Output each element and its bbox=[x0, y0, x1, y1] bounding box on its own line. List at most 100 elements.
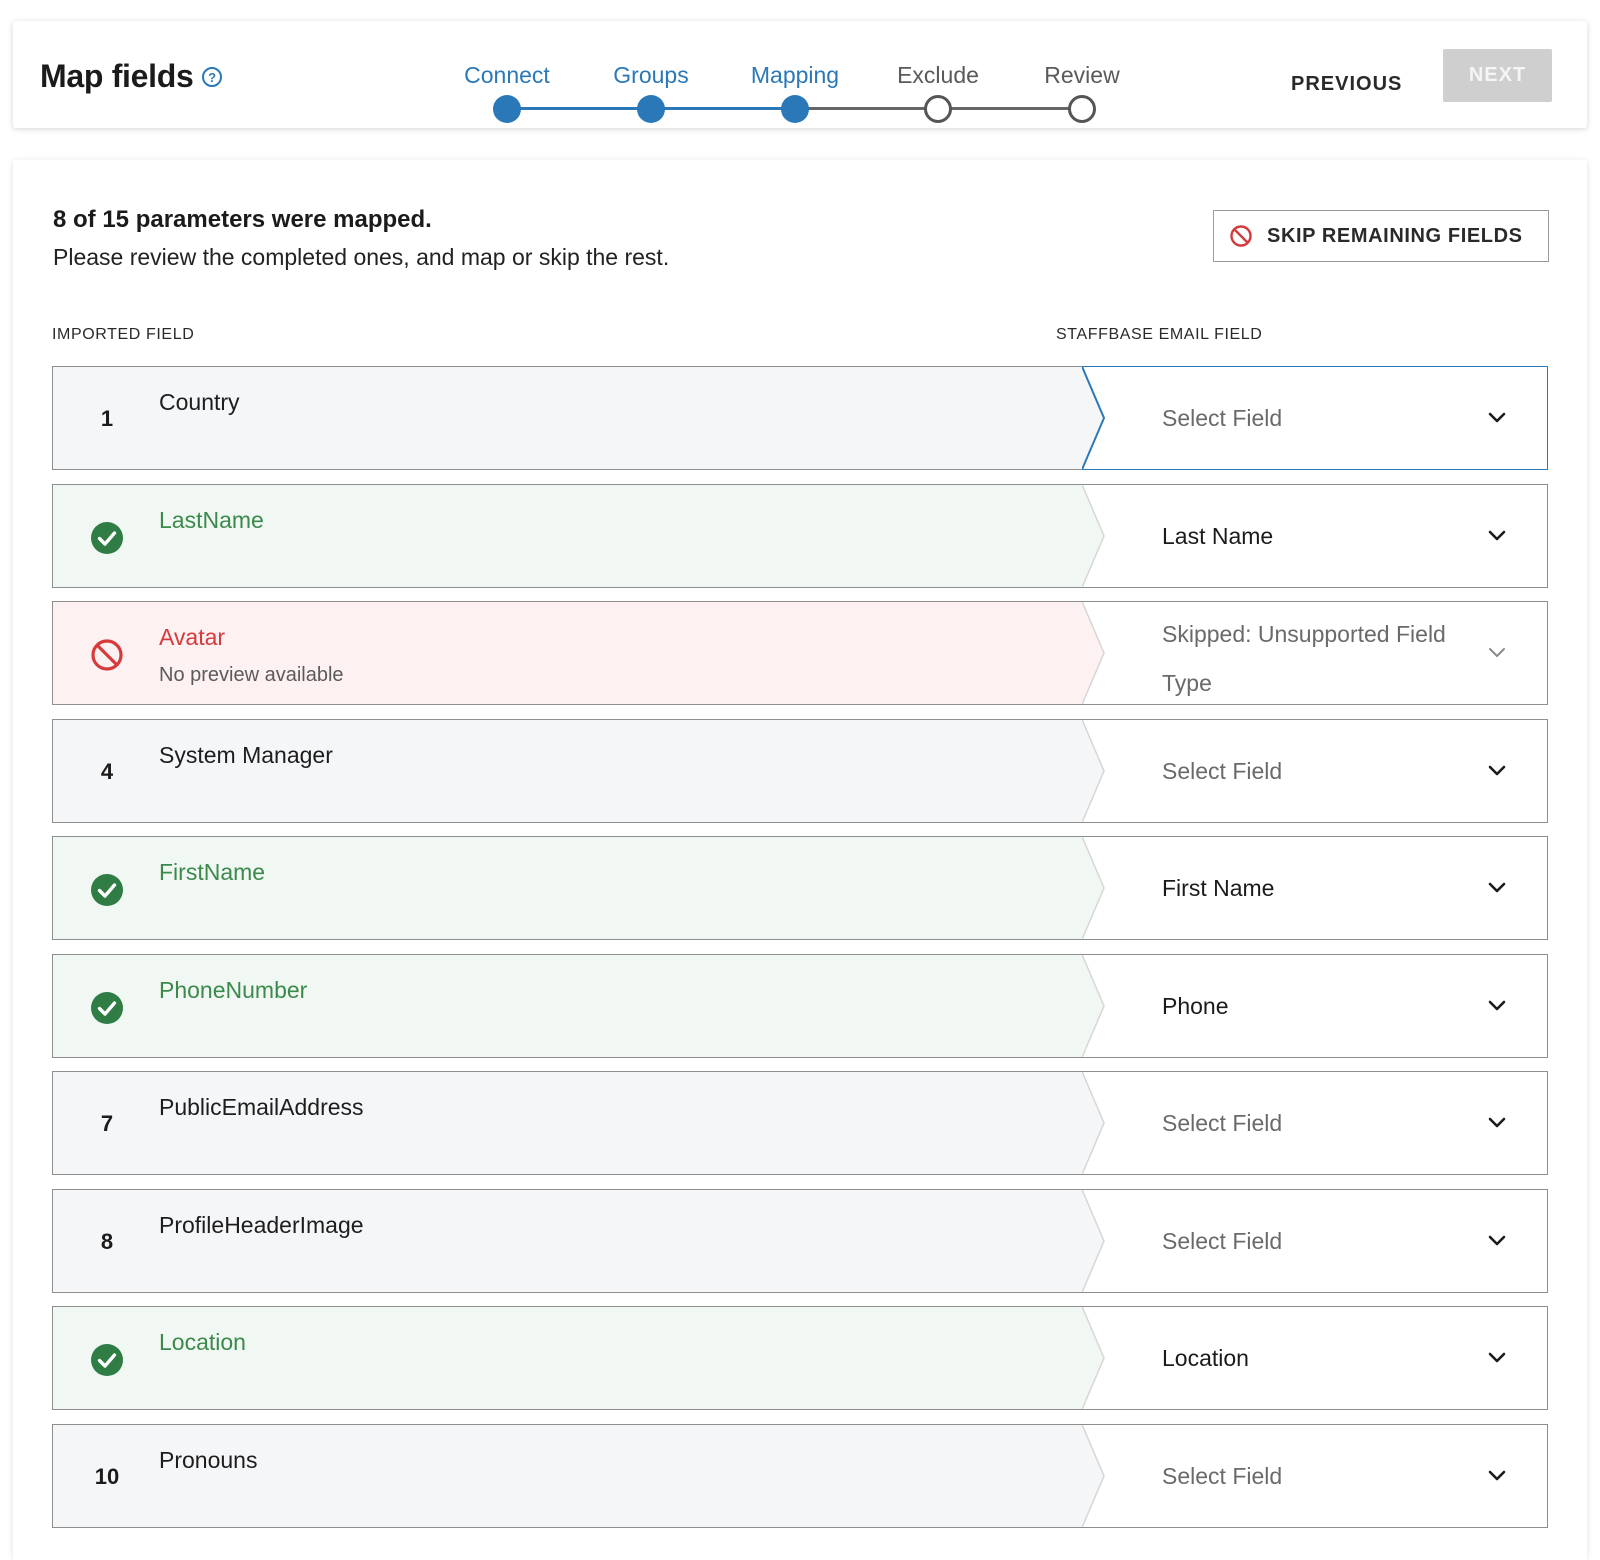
row-number: 1 bbox=[100, 406, 114, 431]
skip-remaining-fields-label: SKIP REMAINING FIELDS bbox=[1267, 224, 1523, 247]
step-label-review: Review bbox=[1044, 62, 1120, 88]
imported-field-cell: 4 System Manager bbox=[52, 718, 1082, 823]
field-mapping-row: FirstName First Name bbox=[52, 836, 1548, 940]
row-number: 4 bbox=[100, 758, 114, 784]
chevron-down-icon[interactable] bbox=[1486, 642, 1508, 664]
step-label-exclude: Exclude bbox=[897, 62, 979, 88]
check-circle-icon bbox=[91, 1344, 123, 1376]
staffbase-field-value: Location bbox=[1162, 1345, 1249, 1371]
previous-button[interactable]: PREVIOUS bbox=[1291, 73, 1402, 96]
staffbase-field-value: Select Field bbox=[1162, 757, 1283, 784]
chevron-down-icon[interactable] bbox=[1486, 877, 1508, 899]
step-dot-review bbox=[1068, 95, 1096, 123]
step-dot-mapping[interactable] bbox=[781, 95, 809, 123]
staffbase-field-select[interactable]: Last Name bbox=[1082, 483, 1548, 588]
imported-field-name: Avatar bbox=[159, 624, 226, 650]
staffbase-field-value: Select Field bbox=[1162, 1462, 1283, 1489]
field-mapping-row: 10 Pronouns Select Field bbox=[52, 1423, 1548, 1528]
skip-remaining-fields-button[interactable]: SKIP REMAINING FIELDS bbox=[1213, 210, 1549, 262]
staffbase-field-select[interactable]: Select Field bbox=[1082, 718, 1548, 823]
imported-field-cell: 8 ProfileHeaderImage bbox=[52, 1188, 1082, 1293]
field-mapping-row: Avatar No preview available Skipped: Unsup… bbox=[52, 601, 1548, 705]
mapping-summary-title: 8 of 15 parameters were mapped. bbox=[53, 206, 432, 233]
staffbase-field-value: Select Field bbox=[1162, 405, 1283, 431]
staffbase-field-value: Phone bbox=[1162, 992, 1229, 1019]
imported-field-name: Country bbox=[159, 389, 240, 415]
step-label-groups[interactable]: Groups bbox=[581, 62, 721, 89]
svg-text:?: ? bbox=[209, 70, 217, 85]
staffbase-field-select[interactable]: Select Field bbox=[1082, 1423, 1548, 1528]
staffbase-field-select[interactable]: Location bbox=[1082, 1306, 1548, 1410]
imported-field-cell: Location bbox=[52, 1306, 1082, 1410]
check-circle-icon bbox=[91, 874, 123, 906]
imported-field-name: PublicEmailAddress bbox=[159, 1094, 364, 1120]
imported-field-name: FirstName bbox=[159, 859, 266, 885]
imported-field-cell: FirstName bbox=[52, 836, 1082, 940]
field-mapping-row: 7 PublicEmailAddress Select Field bbox=[52, 1071, 1548, 1175]
staffbase-field-select[interactable]: Select Field bbox=[1082, 1071, 1548, 1175]
column-header-staffbase: STAFFBASE EMAIL FIELD bbox=[1056, 326, 1263, 343]
chevron-down-icon[interactable] bbox=[1486, 1347, 1508, 1369]
staffbase-field-select[interactable]: First Name bbox=[1082, 836, 1548, 940]
imported-field-cell: LastName bbox=[52, 483, 1082, 588]
progress-stepper: Connect Groups Mapping Exclude Review bbox=[453, 41, 1133, 131]
field-mapping-row: 1 Country Select Field bbox=[52, 366, 1548, 470]
imported-field-preview: No preview available bbox=[159, 664, 344, 686]
imported-field-cell: 1 Country bbox=[52, 366, 1082, 470]
row-number: 8 bbox=[100, 1228, 114, 1254]
wizard-header: Map fields ? Connect Groups Mapping Excl… bbox=[13, 21, 1587, 128]
mapping-summary-text: Please review the completed ones, and ma… bbox=[53, 244, 670, 270]
imported-field-name: System Manager bbox=[159, 741, 333, 768]
staffbase-field-select[interactable]: Select Field bbox=[1082, 1188, 1548, 1293]
imported-field-cell: 7 PublicEmailAddress bbox=[52, 1071, 1082, 1175]
block-icon bbox=[1230, 225, 1252, 247]
chevron-down-icon[interactable] bbox=[1486, 407, 1508, 429]
field-mapping-row: LastName Last Name bbox=[52, 483, 1548, 588]
row-number: 7 bbox=[100, 1111, 114, 1136]
check-circle-icon bbox=[91, 991, 123, 1024]
check-circle-icon bbox=[91, 521, 123, 554]
field-mapping-row: Location Location bbox=[52, 1306, 1548, 1410]
column-header-imported: IMPORTED FIELD bbox=[52, 326, 195, 343]
chevron-down-icon[interactable] bbox=[1486, 760, 1508, 782]
block-icon bbox=[91, 639, 123, 671]
staffbase-field-select[interactable]: Phone bbox=[1082, 953, 1548, 1058]
imported-field-cell: Avatar No preview available bbox=[52, 601, 1082, 705]
imported-field-name: Pronouns bbox=[159, 1446, 258, 1473]
field-mapping-row: PhoneNumber Phone bbox=[52, 953, 1548, 1058]
stepper-line bbox=[938, 107, 1082, 110]
staffbase-field-value: Select Field bbox=[1162, 1227, 1283, 1254]
stepper-line bbox=[507, 107, 651, 110]
help-icon[interactable]: ? bbox=[201, 66, 223, 88]
imported-field-name: ProfileHeaderImage bbox=[159, 1211, 364, 1238]
row-number: 10 bbox=[94, 1463, 120, 1489]
step-dot-groups[interactable] bbox=[637, 95, 665, 123]
chevron-down-icon[interactable] bbox=[1486, 1465, 1508, 1487]
staffbase-field-value: Select Field bbox=[1162, 1110, 1283, 1136]
imported-field-cell: PhoneNumber bbox=[52, 953, 1082, 1058]
step-dot-connect[interactable] bbox=[493, 95, 521, 123]
imported-field-name: PhoneNumber bbox=[159, 976, 308, 1003]
staffbase-field-select[interactable]: Skipped: Unsupported Field Type bbox=[1082, 601, 1548, 705]
staffbase-field-select[interactable]: Select Field bbox=[1082, 366, 1548, 470]
page-title-text: Map fields bbox=[40, 58, 194, 94]
stepper-line bbox=[651, 107, 795, 110]
stepper-line bbox=[795, 107, 938, 110]
chevron-down-icon[interactable] bbox=[1486, 1112, 1508, 1134]
imported-field-cell: 10 Pronouns bbox=[52, 1423, 1082, 1528]
imported-field-name: LastName bbox=[159, 506, 264, 533]
field-mapping-row: 4 System Manager Select Field bbox=[52, 718, 1548, 823]
chevron-down-icon[interactable] bbox=[1486, 1230, 1508, 1252]
page-title: Map fields ? bbox=[40, 58, 223, 95]
step-dot-exclude bbox=[924, 95, 952, 123]
field-mapping-row: 8 ProfileHeaderImage Select Field bbox=[52, 1188, 1548, 1293]
imported-field-name: Location bbox=[159, 1329, 246, 1355]
next-button[interactable]: NEXT bbox=[1443, 49, 1552, 102]
staffbase-field-value: Skipped: Unsupported Field Type bbox=[1162, 621, 1446, 696]
step-label-mapping[interactable]: Mapping bbox=[725, 62, 865, 89]
chevron-down-icon[interactable] bbox=[1486, 525, 1508, 547]
staffbase-field-value: First Name bbox=[1162, 875, 1275, 901]
chevron-down-icon[interactable] bbox=[1486, 995, 1508, 1017]
step-label-connect[interactable]: Connect bbox=[437, 62, 577, 89]
staffbase-field-value: Last Name bbox=[1162, 522, 1274, 549]
